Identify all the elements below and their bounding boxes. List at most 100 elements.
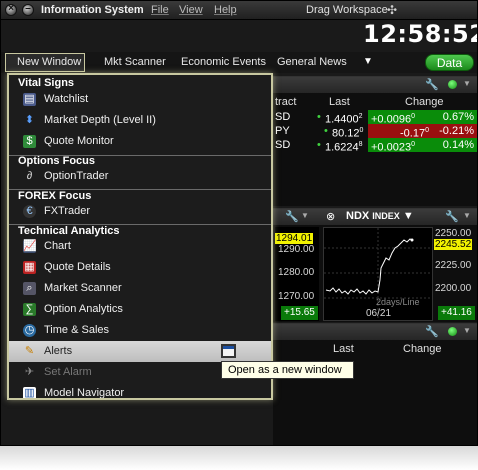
column-last[interactable]: Last xyxy=(333,343,354,355)
chart-settings-icon[interactable]: ⊗ xyxy=(326,210,335,223)
menu-item-label: Quote Details xyxy=(44,261,111,273)
panel-menu-icon[interactable]: ▼ xyxy=(463,211,471,220)
menu-item-label: OptionTrader xyxy=(44,170,109,182)
tick-dot-icon: • xyxy=(324,125,328,137)
row-symbol: SD xyxy=(275,111,291,123)
menu-item-market-depth[interactable]: ⬍ Market Depth (Level II) xyxy=(9,110,271,131)
row-last-fraction: 0 xyxy=(359,127,364,134)
menu-item-label: Market Scanner xyxy=(44,282,122,294)
data-button[interactable]: Data xyxy=(425,54,474,71)
wrench-icon[interactable]: 🔧 xyxy=(285,210,299,223)
row-change-fraction: 0 xyxy=(425,127,429,134)
menu-item-label: Time & Sales xyxy=(44,324,110,336)
option-analytics-icon: ∑ xyxy=(23,303,36,316)
toolbar-economic-events[interactable]: Economic Events xyxy=(181,56,266,68)
ndx-chart[interactable]: 2days/Line 06/21 xyxy=(323,227,433,321)
tick-dot-icon: • xyxy=(317,139,321,151)
close-icon[interactable]: × xyxy=(5,3,17,16)
chart-date-label: 06/21 xyxy=(366,308,392,319)
toolbar-new-window[interactable]: New Window xyxy=(17,56,81,68)
link-color-icon[interactable] xyxy=(448,80,457,89)
panel-menu-icon[interactable]: ▼ xyxy=(463,326,471,335)
open-new-window-tooltip: Open as a new window xyxy=(221,361,354,379)
time-sales-icon: ◷ xyxy=(23,324,36,337)
panel-menu-icon[interactable]: ▼ xyxy=(301,211,309,220)
menu-item-label: Alerts xyxy=(44,345,73,357)
row-symbol: PY xyxy=(275,125,290,137)
menu-item-label: Set Alarm xyxy=(44,366,92,378)
window-reflection xyxy=(0,446,478,470)
quotes-panel-header: 🔧 ▼ xyxy=(273,77,477,93)
left-chart[interactable]: 1294.01 1290.00 1280.00 1270.00 +15.65 xyxy=(275,227,319,321)
menu-item-label: Option Analytics xyxy=(44,303,123,315)
left-axis-label: 1280.00 xyxy=(278,267,315,278)
column-contract[interactable]: tract xyxy=(275,96,296,108)
menu-help[interactable]: Help xyxy=(214,4,237,16)
right-axis-last-price: 2245.52 xyxy=(434,239,473,250)
wrench-icon[interactable]: 🔧 xyxy=(425,78,439,91)
right-axis-label: 2250.00 xyxy=(435,228,472,239)
column-change[interactable]: Change xyxy=(403,343,442,355)
link-color-icon[interactable] xyxy=(448,327,457,336)
menu-item-alerts[interactable]: ✎ Alerts xyxy=(9,341,271,362)
menu-item-time-sales[interactable]: ◷ Time & Sales xyxy=(9,320,271,341)
menu-item-chart[interactable]: 📈 Chart xyxy=(9,236,271,257)
row-change-fraction: 0 xyxy=(411,113,415,120)
chart-symbol: NDX xyxy=(346,210,370,222)
row-change: +0.00960 xyxy=(368,110,432,126)
row-change-fraction: 0 xyxy=(411,141,415,148)
app-title: Information System xyxy=(41,4,144,16)
chart-period-label: 2days/Line xyxy=(376,297,420,307)
row-change: -0.170 xyxy=(368,124,432,140)
wrench-icon[interactable]: 🔧 xyxy=(445,210,459,223)
column-change[interactable]: Change xyxy=(405,96,444,108)
menu-item-label: Chart xyxy=(44,240,71,252)
wrench-icon[interactable]: 🔧 xyxy=(425,325,439,338)
right-axis-label: 2200.00 xyxy=(435,283,472,294)
open-new-window-icon[interactable] xyxy=(221,344,236,358)
toolbar-more-icon[interactable]: ▼ xyxy=(363,56,373,67)
menu-file[interactable]: File xyxy=(151,4,169,16)
left-axis-label: 1290.00 xyxy=(278,244,315,255)
bottom-panel: 🔧 ▼ Last Change xyxy=(273,323,477,445)
set-alarm-icon: ✈ xyxy=(24,366,35,378)
menu-item-option-analytics[interactable]: ∑ Option Analytics xyxy=(9,299,271,320)
title-bar[interactable]: × – Information System File View Help Dr… xyxy=(1,1,477,20)
row-last: 1.62248 xyxy=(325,138,363,154)
minimize-icon[interactable]: – xyxy=(22,3,34,16)
menu-item-quote-details[interactable]: ▦ Quote Details xyxy=(9,257,271,278)
charts-panel: 🔧 ▼ ⊗ NDX INDEX ▼ 🔧 ▼ 1294.01 1290.00 12… xyxy=(273,208,477,322)
menu-view[interactable]: View xyxy=(179,4,203,16)
menu-item-market-scanner[interactable]: ⌕ Market Scanner xyxy=(9,278,271,299)
row-change-pct: 0.14% xyxy=(432,138,477,152)
menu-item-label: Market Depth (Level II) xyxy=(44,114,156,126)
quote-monitor-icon: $ xyxy=(23,135,36,148)
left-axis-label: 1294.01 xyxy=(275,233,314,244)
bottom-panel-header: 🔧 ▼ xyxy=(273,324,477,340)
menu-item-quote-monitor[interactable]: $ Quote Monitor xyxy=(9,131,271,152)
toolbar-mkt-scanner[interactable]: Mkt Scanner xyxy=(104,56,166,68)
menu-item-watchlist[interactable]: ▤ Watchlist xyxy=(9,89,271,110)
drag-workspace-label[interactable]: Drag Workspace xyxy=(306,4,388,16)
menu-item-label: Watchlist xyxy=(44,93,89,105)
quotes-panel: 🔧 ▼ tract Last Change SD • 1.44002 +0.00… xyxy=(273,76,477,206)
chart-symbol-suffix: INDEX xyxy=(372,211,400,221)
row-last: 80.120 xyxy=(332,124,364,140)
row-change-value: +0.0023 xyxy=(371,141,412,154)
panel-menu-icon[interactable]: ▼ xyxy=(463,79,471,88)
clock: 12:58:52 xyxy=(363,20,478,48)
left-axis-label: 1270.00 xyxy=(278,291,315,302)
chart-title[interactable]: NDX INDEX ▼ xyxy=(346,210,414,222)
row-symbol: SD xyxy=(275,139,291,151)
menu-item-fx-trader[interactable]: € FXTrader xyxy=(9,201,271,222)
row-last-value: 1.6224 xyxy=(325,141,359,154)
menu-item-label: Quote Monitor xyxy=(44,135,114,147)
toolbar-general-news[interactable]: General News xyxy=(277,56,347,68)
quote-details-icon: ▦ xyxy=(23,261,36,274)
menu-item-option-trader[interactable]: ∂ OptionTrader xyxy=(9,166,271,187)
fx-trader-icon: € xyxy=(23,205,36,218)
menu-item-model-navigator[interactable]: ▥ Model Navigator xyxy=(9,383,271,398)
drag-move-icon[interactable]: ✣ xyxy=(387,3,397,17)
menu-item-label: FXTrader xyxy=(44,205,91,217)
column-last[interactable]: Last xyxy=(329,96,350,108)
